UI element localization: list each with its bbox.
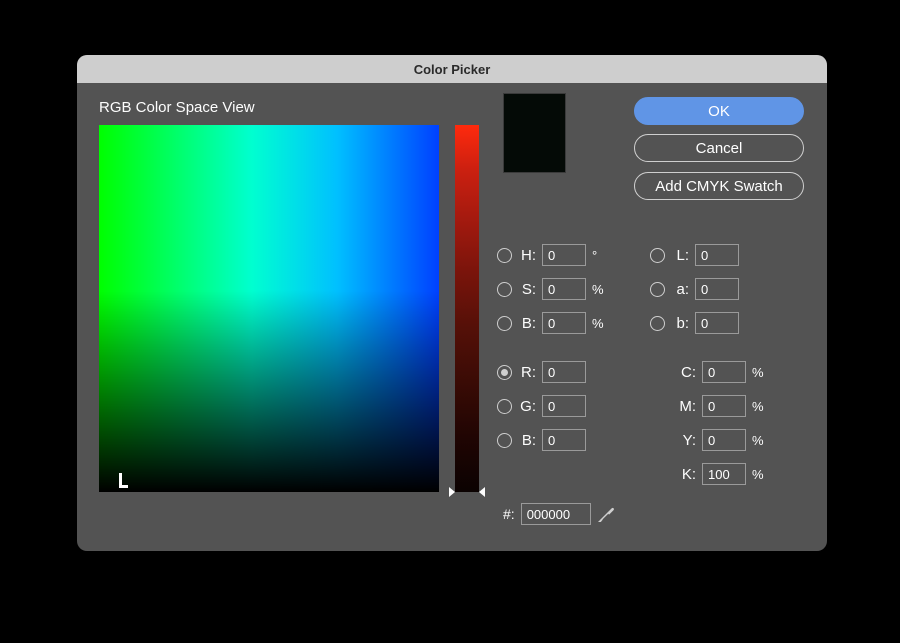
unit-y: % bbox=[752, 433, 766, 448]
row-l: L: bbox=[650, 244, 739, 266]
unit-c: % bbox=[752, 365, 766, 380]
row-m: M: % bbox=[678, 395, 766, 417]
label-c: C: bbox=[678, 364, 696, 381]
input-r[interactable] bbox=[542, 361, 586, 383]
input-rgb-b[interactable] bbox=[542, 429, 586, 451]
label-l: L: bbox=[671, 247, 689, 264]
input-hsb-b[interactable] bbox=[542, 312, 586, 334]
radio-r[interactable] bbox=[497, 365, 512, 380]
input-m[interactable] bbox=[702, 395, 746, 417]
unit-s: % bbox=[592, 282, 606, 297]
row-k: K: % bbox=[678, 463, 766, 485]
input-h[interactable] bbox=[542, 244, 586, 266]
row-hex: #: bbox=[503, 503, 617, 525]
row-y: Y: % bbox=[678, 429, 766, 451]
radio-h[interactable] bbox=[497, 248, 512, 263]
hue-slider[interactable] bbox=[455, 125, 479, 492]
add-cmyk-swatch-button[interactable]: Add CMYK Swatch bbox=[634, 172, 804, 200]
color-field-gradient bbox=[99, 125, 439, 492]
current-color-swatch bbox=[503, 93, 566, 173]
row-r: R: bbox=[497, 361, 606, 383]
label-lab-b: b: bbox=[671, 315, 689, 332]
section-label: RGB Color Space View bbox=[99, 99, 255, 116]
label-hsb-b: B: bbox=[518, 315, 536, 332]
input-k[interactable] bbox=[702, 463, 746, 485]
cancel-button[interactable]: Cancel bbox=[634, 134, 804, 162]
label-hex: #: bbox=[503, 506, 515, 522]
row-lab-b: b: bbox=[650, 312, 739, 334]
input-a[interactable] bbox=[695, 278, 739, 300]
window-title: Color Picker bbox=[414, 62, 491, 77]
label-a: a: bbox=[671, 281, 689, 298]
label-m: M: bbox=[678, 398, 696, 415]
input-lab-b[interactable] bbox=[695, 312, 739, 334]
row-hsb-b: B: % bbox=[497, 312, 606, 334]
unit-hsb-b: % bbox=[592, 316, 606, 331]
label-g: G: bbox=[518, 398, 536, 415]
row-c: C: % bbox=[678, 361, 766, 383]
ok-button[interactable]: OK bbox=[634, 97, 804, 125]
unit-k: % bbox=[752, 467, 766, 482]
input-c[interactable] bbox=[702, 361, 746, 383]
color-picker-window: Color Picker RGB Color Space View OK Can… bbox=[77, 55, 827, 551]
label-y: Y: bbox=[678, 432, 696, 449]
label-rgb-b: B: bbox=[518, 432, 536, 449]
radio-rgb-b[interactable] bbox=[497, 433, 512, 448]
radio-l[interactable] bbox=[650, 248, 665, 263]
radio-hsb-b[interactable] bbox=[497, 316, 512, 331]
row-a: a: bbox=[650, 278, 739, 300]
titlebar: Color Picker bbox=[77, 55, 827, 83]
radio-s[interactable] bbox=[497, 282, 512, 297]
radio-a[interactable] bbox=[650, 282, 665, 297]
label-h: H: bbox=[518, 247, 536, 264]
input-g[interactable] bbox=[542, 395, 586, 417]
input-l[interactable] bbox=[695, 244, 739, 266]
eyedropper-icon[interactable] bbox=[597, 504, 617, 524]
label-k: K: bbox=[678, 466, 696, 483]
unit-h: ° bbox=[592, 248, 606, 263]
row-g: G: bbox=[497, 395, 606, 417]
hue-slider-handle-icon[interactable] bbox=[449, 487, 485, 497]
row-s: S: % bbox=[497, 278, 606, 300]
color-field[interactable] bbox=[99, 125, 439, 492]
radio-lab-b[interactable] bbox=[650, 316, 665, 331]
label-r: R: bbox=[518, 364, 536, 381]
label-s: S: bbox=[518, 281, 536, 298]
input-hex[interactable] bbox=[521, 503, 591, 525]
input-s[interactable] bbox=[542, 278, 586, 300]
unit-m: % bbox=[752, 399, 766, 414]
radio-g[interactable] bbox=[497, 399, 512, 414]
row-rgb-b: B: bbox=[497, 429, 606, 451]
input-y[interactable] bbox=[702, 429, 746, 451]
row-h: H: ° bbox=[497, 244, 606, 266]
